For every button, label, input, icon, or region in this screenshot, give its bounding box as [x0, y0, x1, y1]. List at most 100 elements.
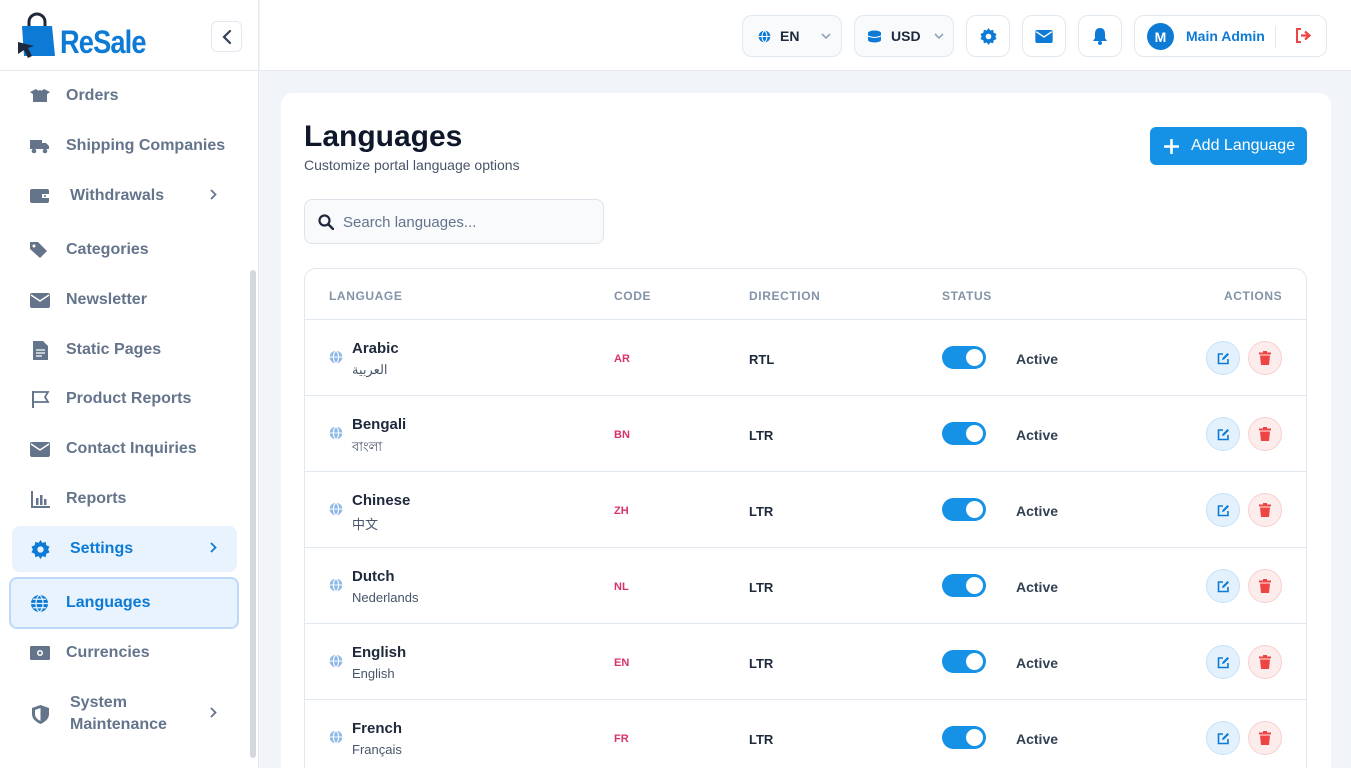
edit-icon — [1217, 732, 1229, 744]
language-name: French — [352, 720, 403, 737]
header-status[interactable]: STATUS — [942, 289, 992, 303]
avatar: M — [1147, 23, 1174, 50]
status-toggle[interactable] — [942, 498, 986, 521]
search-box[interactable] — [304, 199, 604, 244]
logo-bar: ReSale — [0, 0, 258, 71]
delete-button[interactable] — [1248, 417, 1282, 451]
header-actions: ACTIONS — [1224, 289, 1283, 303]
language-name: Dutch — [352, 568, 395, 585]
header-direction[interactable]: DIRECTION — [749, 289, 820, 303]
logo[interactable]: ReSale — [16, 12, 161, 60]
add-language-label: Add Language — [1191, 137, 1296, 154]
sidebar-item-label: Languages — [66, 594, 151, 611]
plus-icon — [1164, 138, 1179, 154]
delete-button[interactable] — [1248, 645, 1282, 679]
user-menu[interactable]: M Main Admin — [1134, 15, 1327, 57]
language-native-name: বাংলা — [352, 439, 383, 454]
sidebar-item-label: Settings — [70, 540, 134, 557]
sidebar-item-product-reports[interactable]: Product Reports — [12, 376, 237, 422]
status-toggle[interactable] — [942, 574, 986, 597]
box-open-icon — [30, 86, 50, 106]
table-row: Chinese 中文 ZH LTR Active — [305, 472, 1306, 548]
language-selector[interactable]: EN — [742, 15, 842, 57]
sidebar-item-orders[interactable]: Orders — [12, 73, 237, 119]
status-text: Active — [1016, 351, 1059, 367]
delete-button[interactable] — [1248, 721, 1282, 755]
sidebar-item-languages[interactable]: Languages — [9, 577, 239, 629]
language-code: EN — [614, 657, 630, 669]
sidebar-item-static-pages[interactable]: Static Pages — [12, 327, 237, 373]
file-icon — [30, 340, 50, 360]
currency-selector[interactable]: USD — [854, 15, 954, 57]
sidebar-item-withdrawals[interactable]: Withdrawals — [12, 173, 237, 219]
edit-icon — [1217, 428, 1229, 440]
globe-icon — [29, 593, 49, 613]
sidebar-item-contact-inquiries[interactable]: Contact Inquiries — [12, 426, 237, 472]
table-row: English English EN LTR Active — [305, 624, 1306, 700]
status-toggle[interactable] — [942, 346, 986, 369]
delete-button[interactable] — [1248, 569, 1282, 603]
settings-button[interactable] — [966, 15, 1010, 57]
edit-button[interactable] — [1206, 569, 1240, 603]
language-code: NL — [614, 581, 629, 593]
globe-icon — [329, 578, 343, 597]
sidebar-item-label: System Maintenance — [70, 694, 167, 733]
sidebar-item-label: Withdrawals — [70, 187, 165, 204]
header-language[interactable]: LANGUAGE — [329, 289, 402, 303]
collapse-sidebar-button[interactable] — [211, 21, 242, 52]
search-input[interactable] — [343, 210, 593, 234]
chevron-down-icon — [821, 32, 832, 40]
sidebar-item-settings[interactable]: Settings — [12, 526, 237, 572]
table-row: Dutch Nederlands NL LTR Active — [305, 548, 1306, 624]
toggle-knob — [966, 501, 983, 518]
money-bill-icon — [30, 643, 50, 663]
trash-icon — [1259, 731, 1271, 745]
edit-button[interactable] — [1206, 417, 1240, 451]
language-code: AR — [614, 353, 630, 365]
language-direction: LTR — [749, 732, 774, 747]
sidebar-item-shipping-companies[interactable]: Shipping Companies — [12, 123, 237, 169]
status-toggle[interactable] — [942, 422, 986, 445]
language-direction: LTR — [749, 656, 774, 671]
header-code[interactable]: CODE — [614, 289, 651, 303]
logout-icon[interactable] — [1295, 28, 1312, 48]
chevron-right-icon — [210, 705, 217, 723]
languages-table: LANGUAGE CODE DIRECTION STATUS ACTIONS A… — [304, 268, 1307, 768]
search-icon — [318, 214, 335, 235]
edit-button[interactable] — [1206, 341, 1240, 375]
languages-card: Languages Customize portal language opti… — [281, 93, 1331, 768]
gear-icon — [30, 539, 50, 559]
sidebar-item-currencies[interactable]: Currencies — [12, 630, 237, 676]
status-text: Active — [1016, 731, 1059, 747]
sidebar-scrollbar[interactable] — [250, 270, 256, 758]
sidebar-item-reports[interactable]: Reports — [12, 476, 237, 522]
add-language-button[interactable]: Add Language — [1150, 127, 1307, 165]
brand-name: ReSale — [60, 24, 146, 60]
status-toggle[interactable] — [942, 650, 986, 673]
language-direction: LTR — [749, 504, 774, 519]
status-toggle[interactable] — [942, 726, 986, 749]
messages-button[interactable] — [1022, 15, 1066, 57]
delete-button[interactable] — [1248, 493, 1282, 527]
toggle-knob — [966, 349, 983, 366]
sidebar-item-label: Newsletter — [66, 291, 147, 308]
trash-icon — [1259, 579, 1271, 593]
edit-button[interactable] — [1206, 645, 1240, 679]
sidebar-item-label: Categories — [66, 241, 149, 258]
edit-button[interactable] — [1206, 721, 1240, 755]
trash-icon — [1259, 655, 1271, 669]
language-code: FR — [614, 733, 629, 745]
trash-icon — [1259, 427, 1271, 441]
topbar: EN USD M Main Admin — [260, 0, 1351, 71]
language-name: Arabic — [352, 340, 399, 357]
edit-button[interactable] — [1206, 493, 1240, 527]
globe-icon — [329, 654, 343, 673]
language-native-name: 中文 — [352, 517, 379, 532]
toggle-knob — [966, 425, 983, 442]
sidebar-item-categories[interactable]: Categories — [12, 227, 237, 273]
wallet-icon — [30, 186, 50, 206]
sidebar-item-newsletter[interactable]: Newsletter — [12, 277, 237, 323]
delete-button[interactable] — [1248, 341, 1282, 375]
sidebar-item-system-maintenance[interactable]: System Maintenance — [12, 691, 237, 737]
notifications-button[interactable] — [1078, 15, 1122, 57]
